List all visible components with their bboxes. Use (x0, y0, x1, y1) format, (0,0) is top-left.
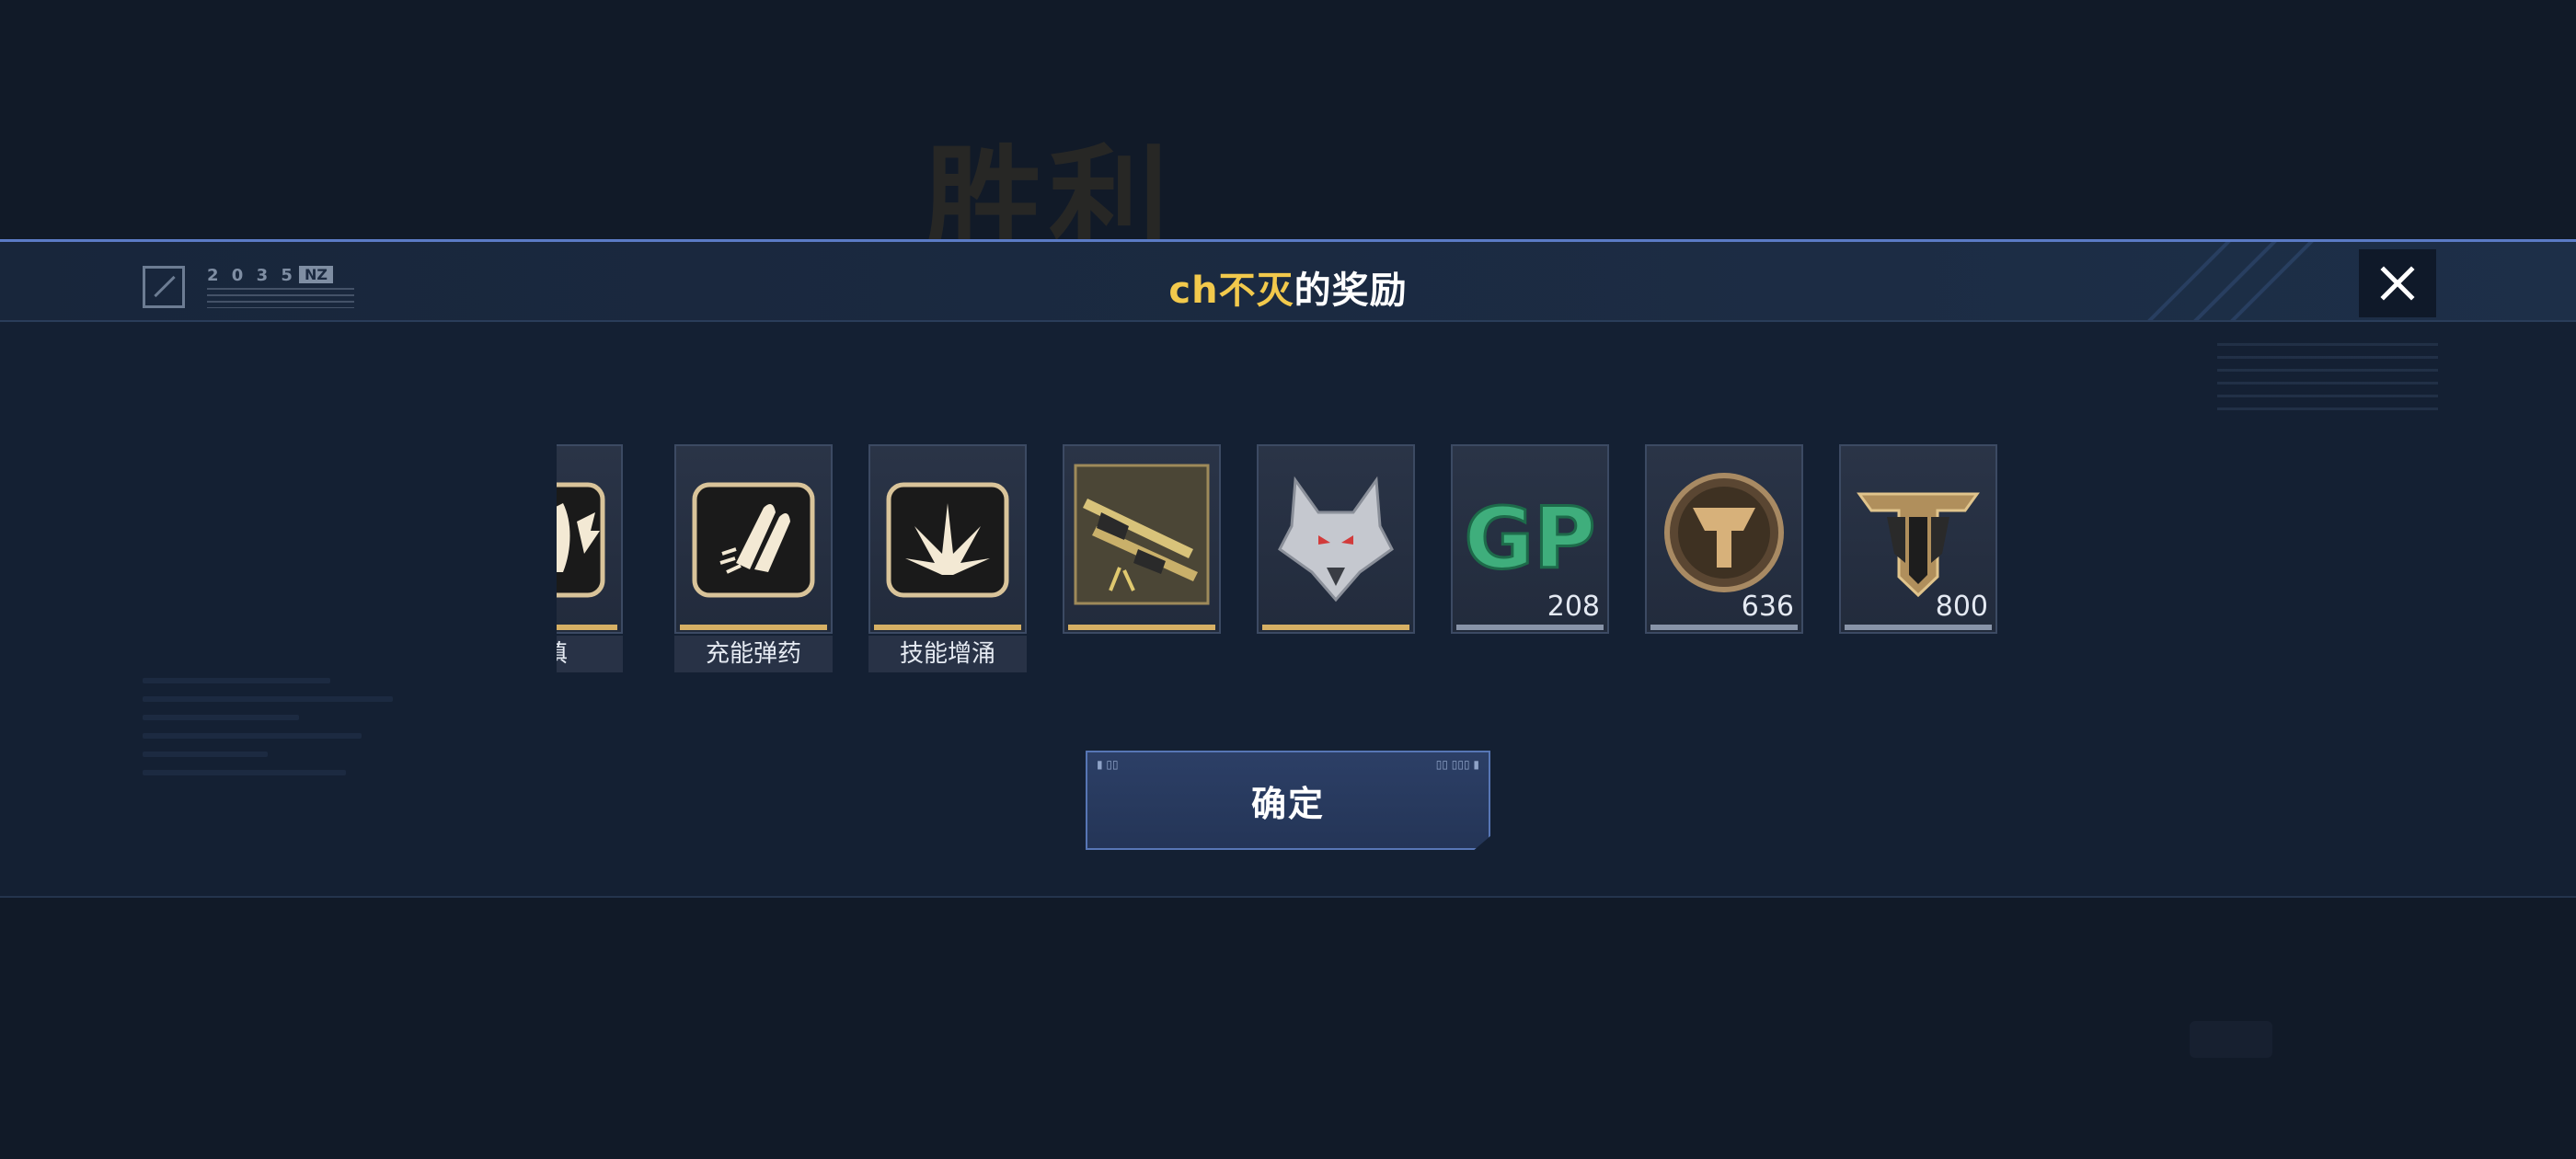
bullet-wing-reload-icon (557, 457, 612, 614)
reward-count: 208 (1547, 591, 1600, 623)
reward-item[interactable]: 800 (1839, 444, 1997, 634)
modal-title: ch不灭的奖励 (0, 260, 2576, 314)
side-decoration (143, 665, 455, 886)
reward-count: 800 (1935, 591, 1988, 623)
reward-item[interactable] (674, 444, 833, 634)
reward-label: 技能增涌 (868, 636, 1027, 672)
skill-surge-icon (880, 457, 1016, 614)
right-decoration (2217, 343, 2438, 417)
close-icon (2380, 266, 2415, 301)
reward-count: 636 (1741, 591, 1794, 623)
background-decoration (2190, 1021, 2272, 1058)
reward-item[interactable]: GP 208 (1451, 444, 1609, 634)
player-name: ch不灭 (1168, 270, 1294, 312)
title-suffix: 的奖励 (1294, 270, 1408, 312)
reward-label: 充能弹药 (674, 636, 833, 672)
confirm-label: 确定 (1250, 783, 1325, 824)
weapon-skin-icon (1074, 457, 1210, 614)
confirm-button[interactable]: ▮ ▯▯ ▯▯ ▯▯▯ ▮ 确定 (1086, 751, 1490, 850)
reward-item[interactable]: 636 (1645, 444, 1803, 634)
reward-item[interactable] (1063, 444, 1221, 634)
reward-item[interactable] (557, 444, 623, 634)
reward-label: 装填 (557, 636, 623, 672)
modal-header: 2 0 3 5 - NZ ch不灭的奖励 (0, 242, 2576, 322)
svg-text:GP: GP (1465, 489, 1596, 588)
close-button[interactable] (2359, 249, 2436, 317)
reward-item[interactable] (1257, 444, 1415, 634)
charged-ammo-icon (685, 457, 822, 614)
reward-modal: 2 0 3 5 - NZ ch不灭的奖励 充能弹药 技能增涌 GP 208 63… (0, 239, 2576, 898)
reward-item[interactable] (868, 444, 1027, 634)
silver-wolf-head-icon (1268, 457, 1404, 614)
reward-list: 装填 充能弹药 技能增涌 (557, 444, 2010, 923)
